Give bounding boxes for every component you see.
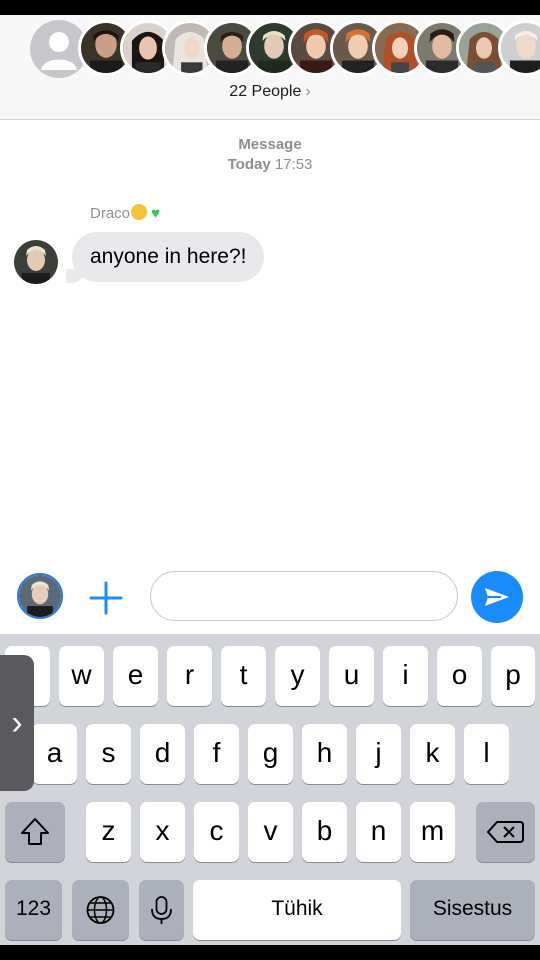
key-f[interactable]: f	[194, 724, 239, 784]
timestamp-time: 17:53	[274, 156, 313, 173]
keyboard: q w e r t y u i o p a s d f g h j k l z …	[0, 634, 540, 945]
timestamp-day: Today	[227, 156, 271, 173]
key-t[interactable]: t	[221, 646, 266, 706]
key-h[interactable]: h	[302, 724, 347, 784]
shift-key[interactable]	[5, 802, 65, 862]
space-key[interactable]: Tühik	[193, 880, 401, 940]
key-d[interactable]: d	[140, 724, 185, 784]
avatar[interactable]	[498, 20, 540, 76]
key-v[interactable]: v	[248, 802, 293, 862]
microphone-key[interactable]	[139, 880, 184, 940]
pleading-face-icon	[131, 204, 148, 220]
key-m[interactable]: m	[410, 802, 455, 862]
key-j[interactable]: j	[356, 724, 401, 784]
key-n[interactable]: n	[356, 802, 401, 862]
numbers-key[interactable]: 123	[5, 880, 62, 940]
microphone-icon	[151, 896, 172, 924]
message-input[interactable]	[150, 571, 458, 621]
key-y[interactable]: y	[275, 646, 320, 706]
key-k[interactable]: k	[410, 724, 455, 784]
globe-key[interactable]	[72, 880, 129, 940]
message-text: anyone in here?!	[90, 245, 247, 268]
my-avatar[interactable]	[17, 573, 63, 619]
key-z[interactable]: z	[86, 802, 131, 862]
key-s[interactable]: s	[86, 724, 131, 784]
chevron-right-icon: ›	[305, 83, 311, 100]
key-c[interactable]: c	[194, 802, 239, 862]
group-avatars[interactable]	[0, 18, 540, 80]
key-e[interactable]: e	[113, 646, 158, 706]
sender-label: Draco	[90, 205, 131, 222]
key-u[interactable]: u	[329, 646, 374, 706]
timestamp-title: Message	[238, 136, 302, 153]
key-x[interactable]: x	[140, 802, 185, 862]
people-count-label: 22 People	[229, 83, 302, 100]
message-bubble[interactable]: anyone in here?!	[72, 232, 265, 282]
timestamp: Message Today 17:53	[0, 135, 540, 175]
globe-icon	[86, 896, 115, 924]
key-o[interactable]: o	[437, 646, 482, 706]
side-panel-handle[interactable]: ›	[0, 655, 34, 791]
key-r[interactable]: r	[167, 646, 212, 706]
key-a[interactable]: a	[32, 724, 77, 784]
people-count-link[interactable]: 22 People ›	[0, 83, 540, 101]
key-b[interactable]: b	[302, 802, 347, 862]
shift-icon	[21, 818, 49, 845]
sender-avatar[interactable]	[14, 240, 58, 284]
green-heart-icon: ♥	[147, 205, 161, 222]
key-g[interactable]: g	[248, 724, 293, 784]
key-i[interactable]: i	[383, 646, 428, 706]
delete-key[interactable]	[476, 802, 535, 862]
send-button[interactable]	[471, 571, 523, 623]
backspace-icon	[487, 821, 524, 843]
conversation-header: 22 People ›	[0, 15, 540, 120]
key-l[interactable]: l	[464, 724, 509, 784]
messages-screen: 22 People › Message Today 17:53 Draco ♥ a…	[0, 15, 540, 945]
key-w[interactable]: w	[59, 646, 104, 706]
add-icon[interactable]	[88, 580, 124, 616]
sender-name: Draco ♥	[90, 204, 160, 222]
chevron-right-icon: ›	[11, 704, 23, 742]
return-key[interactable]: Sisestus	[410, 880, 535, 940]
key-p[interactable]: p	[491, 646, 535, 706]
send-arrow-icon	[485, 588, 509, 606]
